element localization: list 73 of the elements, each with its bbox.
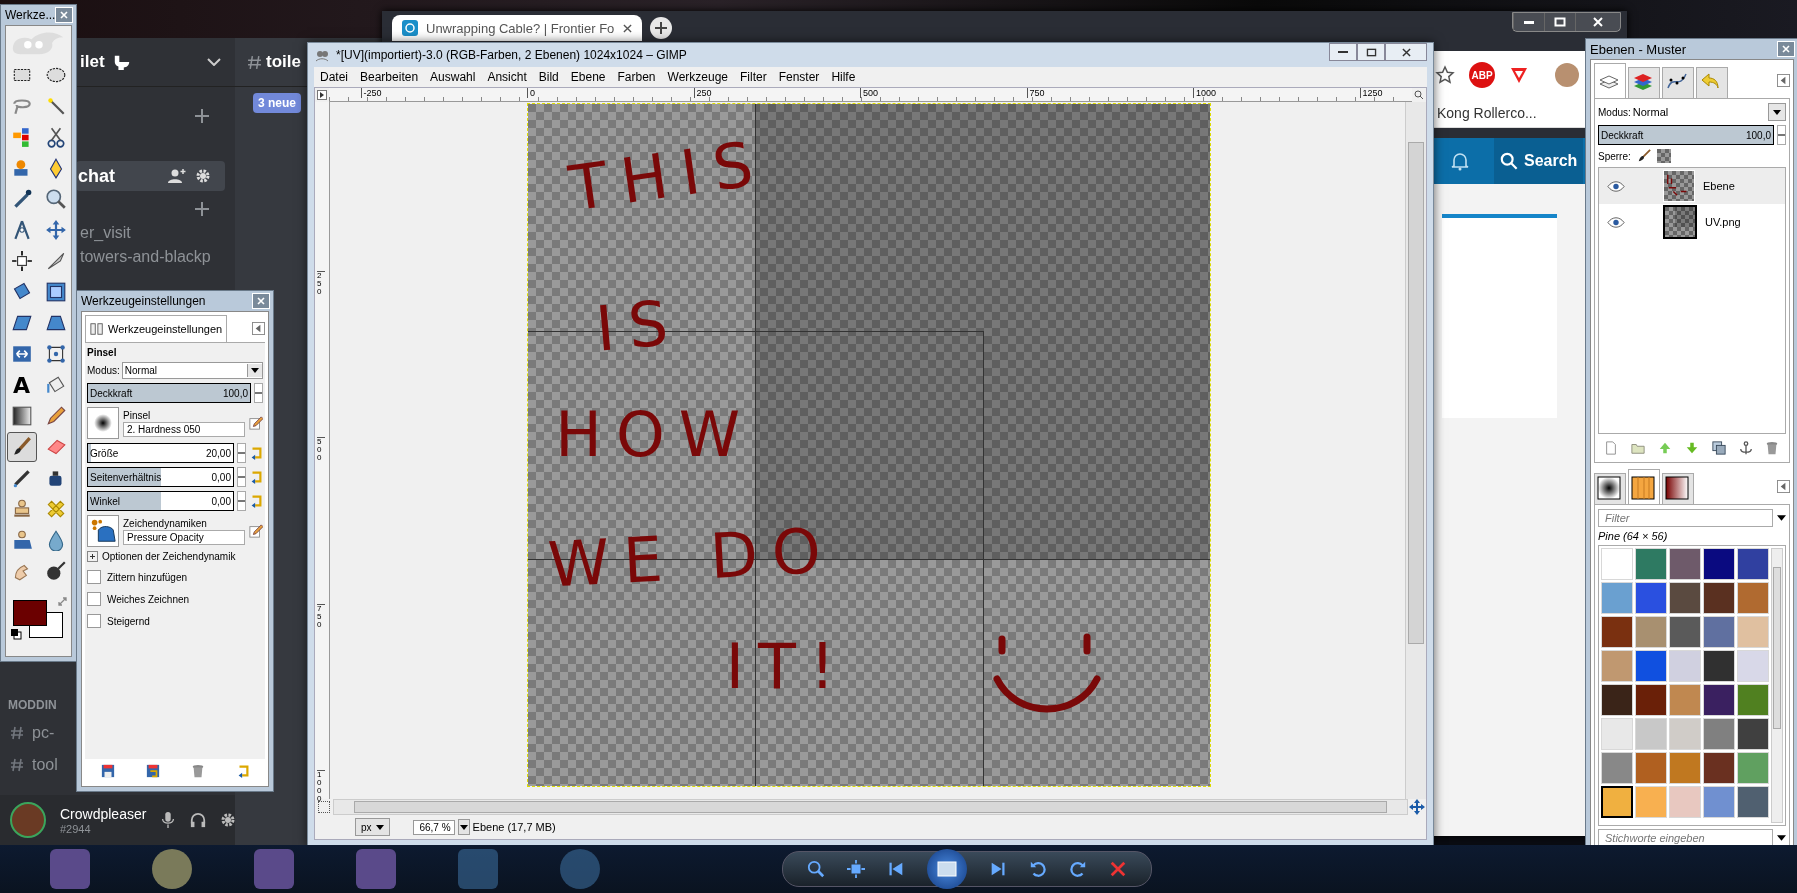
- pattern-name: Pine (64 × 56): [1598, 530, 1669, 542]
- slider-value: 100,0: [222, 387, 248, 399]
- painted-text: IS: [593, 291, 685, 361]
- category-label[interactable]: MODDIN: [8, 697, 57, 713]
- adblock-badge[interactable]: ABP: [1469, 62, 1495, 88]
- channel-item[interactable]: chat: [76, 161, 225, 191]
- channel-item[interactable]: towers-and-blackp: [80, 248, 211, 266]
- slider-value: 100,0: [1745, 129, 1771, 141]
- layer-row[interactable]: Ebene: [1599, 168, 1785, 204]
- menu-item[interactable]: Bild: [538, 70, 559, 84]
- slider-label: Seitenverhältnis: [90, 471, 162, 483]
- window-title: Werkzeugeinstellungen: [81, 294, 206, 308]
- vertical-ruler: 250 500 750 1000: [315, 102, 330, 799]
- menu-item[interactable]: Datei: [320, 70, 348, 84]
- menu-item[interactable]: Filter: [740, 70, 767, 84]
- bookmark-link[interactable]: Kong Rollerco...: [1437, 105, 1537, 121]
- window-title: *[UV](importiert)-3.0 (RGB-Farben, 2 Ebenen) 1024x1024 – GIMP: [336, 48, 687, 62]
- channel-item[interactable]: tool: [32, 756, 58, 774]
- dynamics-label: Zeichendynamiken: [123, 517, 208, 529]
- menu-item[interactable]: Werkzeuge: [667, 70, 728, 84]
- browser-tab[interactable]: Unwrapping Cable? | Frontier Fo: [392, 15, 642, 41]
- opacity-slider[interactable]: Deckkraft 100,0: [87, 383, 251, 403]
- checkbox-label[interactable]: Steigernd: [107, 615, 150, 627]
- menu-item[interactable]: Bearbeiten: [360, 70, 419, 84]
- mode-dropdown[interactable]: Normal: [121, 362, 263, 379]
- layer-row[interactable]: UV.png: [1599, 204, 1785, 240]
- filter-field[interactable]: Filter: [1598, 509, 1773, 527]
- dock-tab[interactable]: Werkzeugeinstellungen: [85, 315, 228, 342]
- menu-item[interactable]: Ansicht: [487, 70, 527, 84]
- value-slider[interactable]: Winkel 0,00: [87, 491, 234, 511]
- painted-text: WE DO: [547, 519, 837, 597]
- mode-label: Modus:: [1598, 106, 1631, 118]
- value-slider[interactable]: Größe 20,00: [87, 443, 234, 463]
- slider-value: 0,00: [211, 471, 231, 483]
- tool-button[interactable]: A: [6, 370, 37, 400]
- brush-name-field[interactable]: 2. Hardness 050: [123, 421, 245, 437]
- window-title: Ebenen - Muster: [1590, 41, 1687, 57]
- search-button[interactable]: Search: [1494, 138, 1584, 184]
- lock-label: Sperre:: [1598, 150, 1631, 162]
- value-slider[interactable]: Seitenverhältnis 0,00: [87, 467, 234, 487]
- menu-item[interactable]: Hilfe: [831, 70, 856, 84]
- menu-item[interactable]: Auswahl: [430, 70, 476, 84]
- user-name: Crowdpleaser: [60, 805, 147, 823]
- brush-label: Pinsel: [123, 409, 152, 421]
- slider-value: 20,00: [205, 447, 231, 459]
- painted-text: THIS: [565, 131, 771, 221]
- channel-item[interactable]: er_visit: [80, 224, 131, 242]
- server-name: ilet: [80, 52, 105, 72]
- window-title: Werkze...: [5, 8, 56, 22]
- checkbox-label[interactable]: Zittern hinzufügen: [107, 571, 188, 583]
- horizontal-ruler: -250 0 250 500 750 1000 1250: [329, 88, 1412, 102]
- dynamics-name-field[interactable]: Pressure Opacity: [123, 529, 245, 545]
- expander-label[interactable]: Optionen der Zeichendynamik: [102, 551, 236, 562]
- unit-dropdown[interactable]: px: [355, 818, 390, 836]
- channel-item[interactable]: pc-: [32, 724, 55, 742]
- painted-text: HOW: [555, 404, 754, 467]
- channel-header: toile: [266, 52, 301, 72]
- mode-dropdown[interactable]: Normal: [1632, 106, 1766, 118]
- slider-label: Größe: [90, 447, 119, 459]
- menu-item[interactable]: Fenster: [778, 70, 820, 84]
- opacity-slider[interactable]: Deckkraft 100,0: [1598, 125, 1774, 145]
- status-text: Ebene (17,7 MB): [472, 821, 556, 833]
- zoom-field[interactable]: 66,7 %: [412, 819, 455, 835]
- mode-label: Modus:: [87, 365, 120, 376]
- checkbox-label[interactable]: Weiches Zeichnen: [107, 593, 190, 605]
- slider-label: Deckkraft: [1601, 129, 1644, 141]
- slider-label: Deckkraft: [90, 387, 133, 399]
- menu-item[interactable]: Ebene: [570, 70, 606, 84]
- user-tag: #2944: [60, 822, 91, 835]
- slider-value: 0,00: [211, 495, 231, 507]
- tool-name: Pinsel: [87, 347, 118, 358]
- slider-label: Winkel: [90, 495, 120, 507]
- menu-item[interactable]: Farben: [617, 70, 656, 84]
